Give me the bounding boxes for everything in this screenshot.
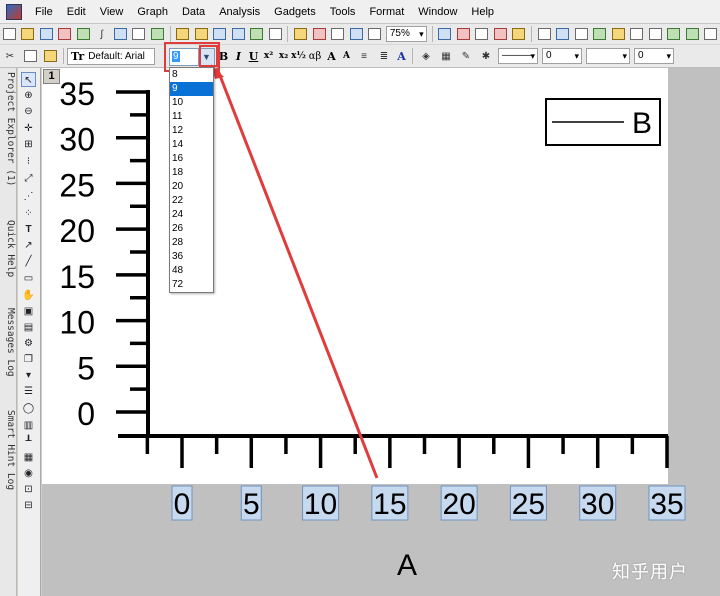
font-size-option[interactable]: 18 <box>170 166 213 180</box>
y-tick-labels: 0 5 10 15 20 25 30 35 <box>59 76 95 432</box>
y-tick-label: 10 <box>59 305 95 341</box>
font-size-option[interactable]: 10 <box>170 96 213 110</box>
watermark-text: 知乎用户 <box>612 562 688 583</box>
x-tick-label: 25 <box>512 488 545 521</box>
legend-label: B <box>632 107 652 140</box>
x-tick-label: 5 <box>243 488 260 521</box>
font-size-option[interactable]: 24 <box>170 208 213 222</box>
font-size-option[interactable]: 16 <box>170 152 213 166</box>
x-axis-title[interactable]: A <box>397 549 417 582</box>
x-tick-labels: 0 5 10 15 20 25 30 35 <box>171 485 686 521</box>
font-size-option[interactable]: 8 <box>170 68 213 82</box>
legend[interactable]: B <box>545 98 661 146</box>
font-size-option[interactable]: 14 <box>170 138 213 152</box>
font-size-option[interactable]: 26 <box>170 222 213 236</box>
x-tick-label: 15 <box>373 488 406 521</box>
font-size-option[interactable]: 22 <box>170 194 213 208</box>
graph-plot: 0 5 10 15 20 25 30 35 0 5 10 15 20 25 30 35 A B <box>59 64 686 582</box>
font-size-option[interactable]: 20 <box>170 180 213 194</box>
font-size-option[interactable]: 36 <box>170 250 213 264</box>
y-tick-label: 25 <box>59 167 95 203</box>
x-tick-label: 30 <box>581 488 614 521</box>
y-tick-label: 15 <box>59 259 95 295</box>
font-size-option[interactable]: 48 <box>170 264 213 278</box>
font-size-option[interactable]: 12 <box>170 124 213 138</box>
font-size-option[interactable]: 72 <box>170 278 213 292</box>
font-size-dropdown-list[interactable]: 8 9 10 11 12 14 16 18 20 22 24 26 28 36 48 72 <box>169 67 214 293</box>
y-tick-label: 5 <box>77 350 95 386</box>
y-tick-label: 0 <box>77 396 95 432</box>
y-tick-label: 20 <box>59 213 95 249</box>
y-tick-label: 30 <box>59 122 95 158</box>
font-size-option[interactable]: 11 <box>170 110 213 124</box>
x-tick-label: 35 <box>650 488 683 521</box>
annotation-highlight-dropdown <box>199 45 218 67</box>
x-tick-label: 0 <box>174 488 191 521</box>
font-size-option[interactable]: 9 <box>170 82 213 96</box>
y-tick-label: 35 <box>59 76 95 112</box>
x-tick-label: 10 <box>304 488 337 521</box>
font-size-option[interactable]: 28 <box>170 236 213 250</box>
x-tick-label: 20 <box>442 488 475 521</box>
annotation-arrow-line <box>215 67 379 479</box>
